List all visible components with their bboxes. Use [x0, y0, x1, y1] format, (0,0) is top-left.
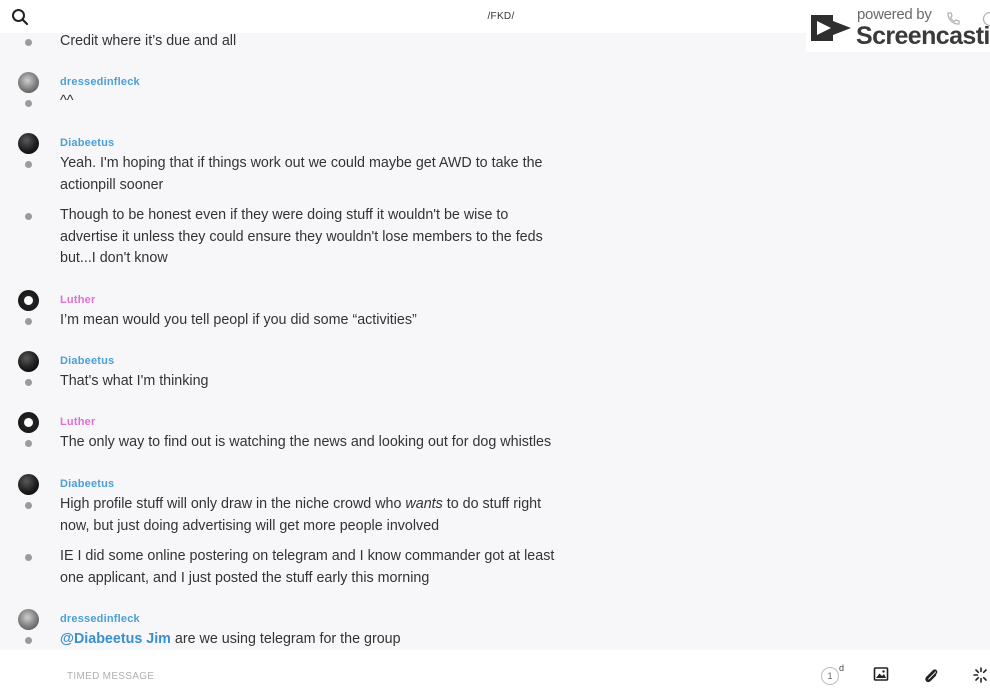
author-name[interactable]: Luther: [60, 416, 95, 428]
author-name[interactable]: Diabeetus: [60, 137, 114, 149]
message-dot: [25, 554, 32, 561]
message-dot: [25, 318, 32, 325]
sparkle-icon[interactable]: [972, 666, 990, 684]
avatar[interactable]: [18, 609, 39, 630]
message-text: I’m mean would you tell peopl if you did…: [60, 312, 417, 328]
author-name[interactable]: dressedinfleck: [60, 613, 140, 625]
message-text: @Diabeetus Jim are we using telegram for…: [60, 629, 560, 650]
timer-unit: d: [839, 663, 845, 673]
avatar[interactable]: [18, 290, 39, 311]
avatar[interactable]: [18, 474, 39, 495]
message-text: Though to be honest even if they were do…: [60, 207, 543, 266]
message-text: That's what I'm thinking: [60, 373, 209, 389]
message-text: IE I did some online postering on telegr…: [60, 548, 555, 586]
message-dot: [25, 39, 32, 46]
message-text: The only way to find out is watching the…: [60, 434, 552, 450]
message-text-part: are we using telegram for the group: [170, 631, 401, 647]
message-text: High profile stuff will only draw in the…: [60, 494, 560, 537]
message-text: Credit where it’s due and all: [60, 33, 237, 49]
timer-button[interactable]: 1 d: [821, 663, 847, 687]
message-dot: [25, 379, 32, 386]
composer: 1 d: [0, 650, 990, 700]
message-emphasis: wants: [405, 496, 443, 512]
info-icon[interactable]: [980, 11, 990, 27]
paperclip-icon[interactable]: [922, 666, 940, 684]
message-text: ^^: [60, 93, 74, 109]
avatar[interactable]: [18, 351, 39, 372]
message-dot: [25, 502, 32, 509]
message-list: Credit where it’s due and all dressedinf…: [0, 33, 990, 650]
message-dot: [25, 100, 32, 107]
avatar[interactable]: [18, 133, 39, 154]
author-name[interactable]: Diabeetus: [60, 478, 114, 490]
message-dot: [25, 440, 32, 447]
message-input[interactable]: [67, 667, 767, 685]
message-dot: [25, 161, 32, 168]
message-text: Yeah. I'm hoping that if things work out…: [60, 155, 543, 193]
watermark-powered-text: powered by: [857, 6, 932, 23]
message-dot: [25, 637, 32, 644]
author-name[interactable]: Luther: [60, 294, 95, 306]
user-mention[interactable]: @Diabeetus Jim: [60, 631, 171, 647]
avatar[interactable]: [18, 72, 39, 93]
timer-value: 1: [821, 667, 839, 685]
author-name[interactable]: Diabeetus: [60, 355, 114, 367]
avatar[interactable]: [18, 412, 39, 433]
message-text-part: High profile stuff will only draw in the…: [60, 496, 406, 512]
image-icon[interactable]: [873, 666, 891, 684]
phone-icon[interactable]: [945, 11, 961, 27]
author-name[interactable]: dressedinfleck: [60, 76, 140, 88]
message-dot: [25, 213, 32, 220]
